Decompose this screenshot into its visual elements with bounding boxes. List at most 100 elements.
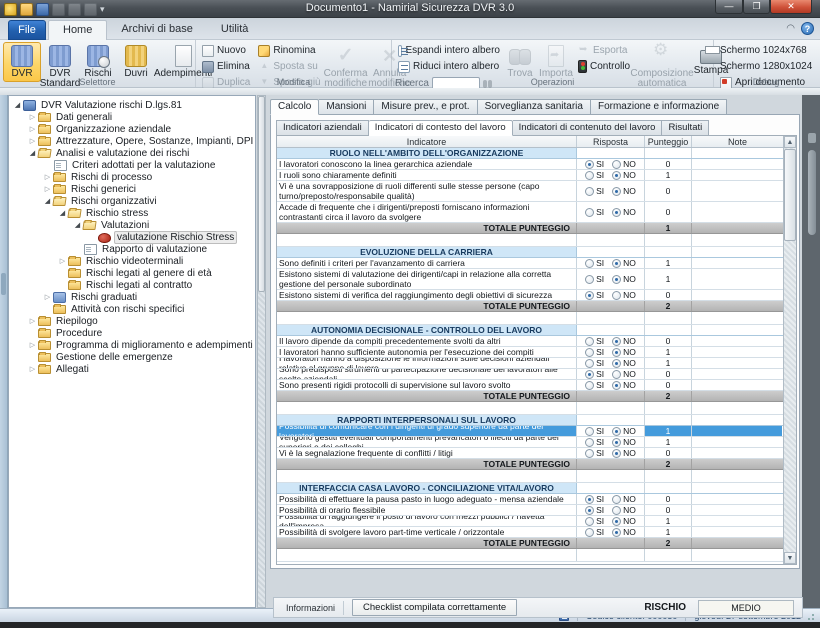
- radio-si-icon[interactable]: [585, 208, 594, 217]
- radio-si-option[interactable]: SI: [585, 159, 604, 169]
- radio-no-icon[interactable]: [612, 208, 621, 217]
- tree-item[interactable]: ▷Rischi di processo: [9, 171, 255, 183]
- note-cell[interactable]: [692, 269, 782, 289]
- radio-no-icon[interactable]: [612, 506, 621, 515]
- radio-si-icon[interactable]: [585, 348, 594, 357]
- radio-no-option[interactable]: NO: [612, 170, 636, 180]
- note-cell[interactable]: [692, 437, 782, 447]
- tree-item[interactable]: ◢Rischi organizzativi: [9, 195, 255, 207]
- tree-expand-icon[interactable]: ▷: [42, 173, 53, 181]
- tree-expand-icon[interactable]: ▷: [57, 257, 68, 265]
- radio-si-option[interactable]: SI: [585, 426, 604, 436]
- tree-item[interactable]: ◢DVR Valutazione rischi D.lgs.81: [9, 99, 255, 111]
- tree-expand-icon[interactable]: ▷: [27, 365, 38, 373]
- radio-si-icon[interactable]: [585, 370, 594, 379]
- note-cell[interactable]: [692, 312, 782, 324]
- tree-item[interactable]: Criteri adottati per la valutazione: [9, 159, 255, 171]
- table-scrollbar-thumb[interactable]: [784, 149, 796, 241]
- radio-no-icon[interactable]: [612, 427, 621, 436]
- table-scrollbar[interactable]: ▲ ▼: [783, 136, 796, 564]
- tree-expand-icon[interactable]: ▷: [42, 293, 53, 301]
- tree-expand-icon[interactable]: ▷: [27, 113, 38, 121]
- radio-no-option[interactable]: NO: [612, 505, 636, 515]
- note-cell[interactable]: [692, 402, 782, 414]
- tree-expand-icon[interactable]: ▷: [42, 185, 53, 193]
- left-splitter[interactable]: [0, 95, 8, 608]
- note-cell[interactable]: [692, 380, 782, 390]
- riduci-albero-button[interactable]: Riduci intero albero: [395, 59, 503, 74]
- note-cell[interactable]: [692, 527, 782, 537]
- subtab-risultati[interactable]: Risultati: [662, 120, 709, 136]
- radio-si-option[interactable]: SI: [585, 207, 604, 217]
- tree-collapse-icon[interactable]: ◢: [42, 197, 53, 205]
- radio-si-option[interactable]: SI: [585, 336, 604, 346]
- subtab-indicatori-di-contenuto-del-lavoro[interactable]: Indicatori di contenuto del lavoro: [513, 120, 663, 136]
- radio-no-icon[interactable]: [612, 259, 621, 268]
- tree-item[interactable]: Rischi legati al contratto: [9, 279, 255, 291]
- radio-si-icon[interactable]: [585, 259, 594, 268]
- tab-archivi-di-base[interactable]: Archivi di base: [107, 20, 207, 40]
- indicator-row[interactable]: Possibilità di svolgere lavoro part-time…: [277, 527, 783, 538]
- tree-item[interactable]: Procedure: [9, 327, 255, 339]
- radio-si-option[interactable]: SI: [585, 516, 604, 526]
- radio-si-option[interactable]: SI: [585, 258, 604, 268]
- tab-utilita[interactable]: Utilità: [207, 20, 263, 40]
- tree-item[interactable]: ◢Rischio stress: [9, 207, 255, 219]
- tree-item[interactable]: Rischi legati al genere di età: [9, 267, 255, 279]
- radio-si-icon[interactable]: [585, 160, 594, 169]
- radio-no-icon[interactable]: [612, 171, 621, 180]
- indicator-row[interactable]: Sono presenti rigidi protocolli di super…: [277, 380, 783, 391]
- radio-si-icon[interactable]: [585, 359, 594, 368]
- note-cell[interactable]: [692, 415, 782, 425]
- tree-item[interactable]: ▷Allegati: [9, 363, 255, 375]
- left-splitter-thumb[interactable]: [1, 273, 6, 295]
- note-cell[interactable]: [692, 549, 782, 561]
- file-tab[interactable]: File: [8, 20, 46, 40]
- tree-item[interactable]: ▷Programma di miglioramento e adempiment…: [9, 339, 255, 351]
- radio-no-option[interactable]: NO: [612, 516, 636, 526]
- tab-mansioni[interactable]: Mansioni: [319, 99, 374, 115]
- indicator-row[interactable]: Possibilità di comunicare con i dirigent…: [277, 426, 783, 437]
- radio-no-option[interactable]: NO: [612, 527, 636, 537]
- note-cell[interactable]: [692, 516, 782, 526]
- tab-calcolo[interactable]: Calcolo: [270, 99, 319, 115]
- collapse-ribbon-icon[interactable]: ◠: [786, 23, 795, 34]
- tree-expand-icon[interactable]: ▷: [27, 137, 38, 145]
- duvri-button[interactable]: Duvri: [117, 42, 155, 82]
- tree-item[interactable]: Rapporto di valutazione: [9, 243, 255, 255]
- radio-no-option[interactable]: NO: [612, 380, 636, 390]
- espandi-albero-button[interactable]: Espandi intero albero: [395, 43, 503, 58]
- tab-misure-prev-e-prot[interactable]: Misure prev., e prot.: [374, 99, 477, 115]
- tree-item[interactable]: ◢Analisi e valutazione dei rischi: [9, 147, 255, 159]
- radio-si-option[interactable]: SI: [585, 186, 604, 196]
- indicator-row[interactable]: I ruoli sono chiaramente definitiSINO1: [277, 170, 783, 181]
- maximize-button[interactable]: ❐: [743, 0, 770, 14]
- radio-si-option[interactable]: SI: [585, 347, 604, 357]
- radio-no-option[interactable]: NO: [612, 336, 636, 346]
- rinomina-button[interactable]: Rinomina: [255, 43, 323, 58]
- note-cell[interactable]: [692, 483, 782, 493]
- tab-home[interactable]: Home: [48, 20, 107, 40]
- note-cell[interactable]: [692, 538, 782, 548]
- radio-si-icon[interactable]: [585, 187, 594, 196]
- radio-si-icon[interactable]: [585, 517, 594, 526]
- controllo-button[interactable]: Controllo: [575, 59, 633, 74]
- radio-no-icon[interactable]: [612, 187, 621, 196]
- close-button[interactable]: ✕: [770, 0, 812, 14]
- tree-collapse-icon[interactable]: ◢: [57, 209, 68, 217]
- radio-si-icon[interactable]: [585, 506, 594, 515]
- note-cell[interactable]: [692, 223, 782, 233]
- note-cell[interactable]: [692, 258, 782, 268]
- radio-si-icon[interactable]: [585, 291, 594, 300]
- tree-item[interactable]: Attività con rischi specifici: [9, 303, 255, 315]
- note-cell[interactable]: [692, 347, 782, 357]
- tree-item[interactable]: ◢Valutazioni: [9, 219, 255, 231]
- radio-no-option[interactable]: NO: [612, 207, 636, 217]
- radio-no-icon[interactable]: [612, 291, 621, 300]
- note-cell[interactable]: [692, 170, 782, 180]
- note-cell[interactable]: [692, 290, 782, 300]
- note-cell[interactable]: [692, 301, 782, 311]
- indicator-row[interactable]: Sono definiti i criteri per l'avanzament…: [277, 258, 783, 269]
- note-cell[interactable]: [692, 448, 782, 458]
- radio-no-option[interactable]: NO: [612, 369, 636, 379]
